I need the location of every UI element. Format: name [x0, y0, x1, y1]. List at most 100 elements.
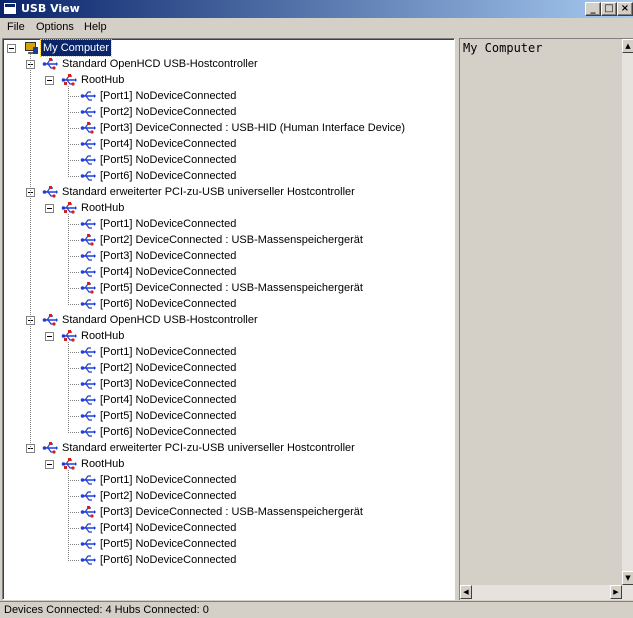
menu-options[interactable]: Options [36, 21, 74, 33]
minimize-button[interactable]: _ [585, 2, 601, 16]
tree-node-port[interactable]: [Port2] NoDeviceConnected [3, 104, 453, 120]
tree-connector [68, 342, 69, 433]
menu-bar: File Options Help [0, 18, 633, 37]
horizontal-scrollbar[interactable]: ◀ ▶ [460, 585, 633, 600]
tree-node-port[interactable]: [Port5] NoDeviceConnected [3, 536, 453, 552]
tree-node-label: Standard OpenHCD USB-Hostcontroller [62, 58, 258, 70]
tree-node-port[interactable]: [Port5] NoDeviceConnected [3, 152, 453, 168]
usb-port-icon [80, 473, 96, 487]
vertical-scrollbar[interactable]: ▲ ▼ [622, 39, 633, 585]
tree-node-port[interactable]: [Port1] NoDeviceConnected [3, 216, 453, 232]
maximize-button[interactable]: □ [601, 2, 617, 16]
computer-icon [23, 41, 39, 55]
tree-node-port[interactable]: [Port1] NoDeviceConnected [3, 344, 453, 360]
tree-node-label: Standard erweiterter PCI-zu-USB universe… [62, 442, 355, 454]
tree-node-label: Standard OpenHCD USB-Hostcontroller [62, 314, 258, 326]
tree-node-port[interactable]: [Port4] NoDeviceConnected [3, 392, 453, 408]
menu-help[interactable]: Help [84, 21, 107, 33]
detail-pane: My Computer ▲ ▼ ◀ ▶ [459, 38, 633, 600]
tree-node-port[interactable]: [Port4] NoDeviceConnected [3, 520, 453, 536]
tree-node-label: My Computer [39, 39, 113, 57]
tree-node-root-hub[interactable]: RootHub [3, 456, 453, 472]
tree-node-label: [Port5] NoDeviceConnected [100, 410, 237, 422]
menu-file[interactable]: File [7, 21, 25, 33]
usb-hub-icon [61, 73, 77, 87]
tree-node-port-connected[interactable]: [Port3] DeviceConnected : USB-Massenspei… [3, 504, 453, 520]
tree-connector [68, 96, 79, 97]
tree-node-port[interactable]: [Port3] NoDeviceConnected [3, 376, 453, 392]
tree-node-port[interactable]: [Port5] NoDeviceConnected [3, 408, 453, 424]
usb-device-tree[interactable]: My Computer Standard OpenHCD USB-Hostcont… [2, 38, 455, 600]
tree-node-label: [Port2] NoDeviceConnected [100, 490, 237, 502]
scroll-left-button[interactable]: ◀ [460, 585, 472, 599]
tree-connector [68, 368, 79, 369]
collapse-toggle[interactable] [45, 332, 54, 341]
tree-connector [68, 176, 79, 177]
tree-node-label: RootHub [81, 458, 125, 470]
tree-node-port[interactable]: [Port2] NoDeviceConnected [3, 488, 453, 504]
detail-text: My Computer [463, 41, 543, 55]
tree-node-root-hub[interactable]: RootHub [3, 200, 453, 216]
tree-node-port-connected[interactable]: [Port2] DeviceConnected : USB-Massenspei… [3, 232, 453, 248]
usb-port-icon [80, 521, 96, 535]
tree-connector [68, 470, 69, 561]
tree-node-port[interactable]: [Port1] NoDeviceConnected [3, 88, 453, 104]
tree-node-label: [Port4] NoDeviceConnected [100, 138, 237, 150]
tree-connector [68, 304, 79, 305]
usb-port-icon [80, 153, 96, 167]
scroll-right-button[interactable]: ▶ [610, 585, 622, 599]
usb-device-icon [80, 281, 96, 295]
tree-connector [68, 112, 79, 113]
tree-node-label: [Port3] DeviceConnected : USB-Massenspei… [100, 506, 363, 518]
usb-port-icon [80, 105, 96, 119]
tree-node-port[interactable]: [Port3] NoDeviceConnected [3, 248, 453, 264]
tree-node-root-hub[interactable]: RootHub [3, 72, 453, 88]
tree-node-port[interactable]: [Port4] NoDeviceConnected [3, 264, 453, 280]
tree-node-port[interactable]: [Port1] NoDeviceConnected [3, 472, 453, 488]
close-button[interactable]: × [617, 2, 633, 16]
tree-connector [68, 528, 79, 529]
tree-connector [68, 288, 79, 289]
usb-port-icon [80, 265, 96, 279]
tree-node-label: RootHub [81, 202, 125, 214]
usb-device-icon [80, 505, 96, 519]
scroll-down-button[interactable]: ▼ [622, 571, 633, 585]
collapse-toggle[interactable] [45, 204, 54, 213]
tree-node-host-controller[interactable]: Standard OpenHCD USB-Hostcontroller [3, 56, 453, 72]
tree-node-label: RootHub [81, 330, 125, 342]
tree-node-port[interactable]: [Port6] NoDeviceConnected [3, 168, 453, 184]
title-bar[interactable]: USB View _ □ × [0, 0, 633, 18]
collapse-toggle[interactable] [7, 44, 16, 53]
tree-node-label: [Port5] NoDeviceConnected [100, 154, 237, 166]
tree-node-label: [Port6] NoDeviceConnected [100, 170, 237, 182]
tree-node-port[interactable]: [Port2] NoDeviceConnected [3, 360, 453, 376]
tree-node-port[interactable]: [Port6] NoDeviceConnected [3, 424, 453, 440]
usb-port-icon [80, 89, 96, 103]
tree-node-label: [Port3] DeviceConnected : USB-HID (Human… [100, 122, 406, 134]
tree-node-host-controller[interactable]: Standard erweiterter PCI-zu-USB universe… [3, 184, 453, 200]
tree-node-my-computer[interactable]: My Computer [3, 39, 453, 57]
tree-node-port[interactable]: [Port6] NoDeviceConnected [3, 552, 453, 568]
usb-port-icon [80, 553, 96, 567]
tree-connector [68, 214, 69, 305]
scroll-up-button[interactable]: ▲ [622, 39, 633, 53]
tree-node-root-hub[interactable]: RootHub [3, 328, 453, 344]
collapse-toggle[interactable] [45, 76, 54, 85]
tree-node-label: [Port5] DeviceConnected : USB-Massenspei… [100, 282, 363, 294]
usb-port-icon [80, 425, 96, 439]
tree-node-port-connected[interactable]: [Port5] DeviceConnected : USB-Massenspei… [3, 280, 453, 296]
tree-node-host-controller[interactable]: Standard erweiterter PCI-zu-USB universe… [3, 440, 453, 456]
tree-node-host-controller[interactable]: Standard OpenHCD USB-Hostcontroller [3, 312, 453, 328]
tree-connector [68, 160, 79, 161]
tree-node-port-connected[interactable]: [Port3] DeviceConnected : USB-HID (Human… [3, 120, 453, 136]
tree-connector [68, 512, 79, 513]
collapse-toggle[interactable] [45, 460, 54, 469]
status-bar: Devices Connected: 4 Hubs Connected: 0 [0, 601, 633, 618]
status-text: Devices Connected: 4 Hubs Connected: 0 [4, 604, 209, 616]
usb-port-icon [80, 393, 96, 407]
tree-node-label: [Port4] NoDeviceConnected [100, 266, 237, 278]
tree-node-port[interactable]: [Port6] NoDeviceConnected [3, 296, 453, 312]
tree-node-port[interactable]: [Port4] NoDeviceConnected [3, 136, 453, 152]
window-title: USB View [21, 2, 80, 15]
tree-connector [68, 272, 79, 273]
